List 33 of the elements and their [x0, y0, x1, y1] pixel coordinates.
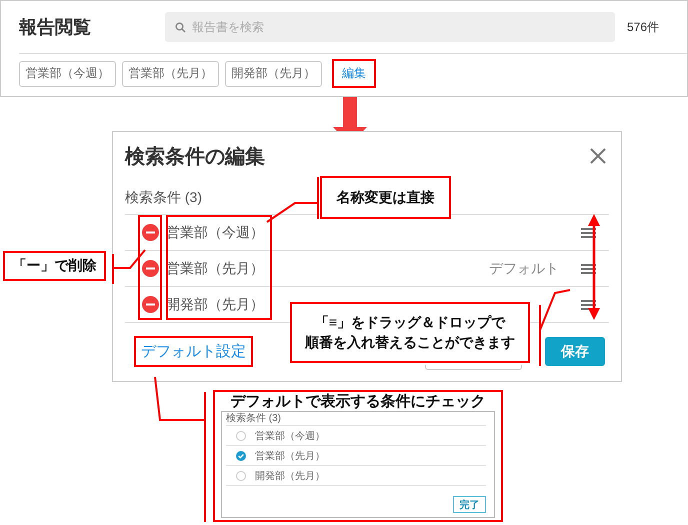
- radio-button[interactable]: [236, 470, 246, 480]
- edit-link[interactable]: 編集: [342, 65, 366, 82]
- dialog-title: 検索条件の編集: [125, 144, 265, 170]
- default-setting-link[interactable]: デフォルト設定: [141, 342, 246, 361]
- callout-text: 「≡」をドラッグ＆ドロップで: [314, 312, 506, 332]
- callout-note: 「ー」で削除: [3, 251, 106, 281]
- radio-button[interactable]: [236, 430, 246, 440]
- section-label: 検索条件 (3): [226, 412, 486, 426]
- search-field[interactable]: 報告書を検索: [165, 12, 615, 42]
- condition-name: 開発部（先月）: [255, 470, 325, 482]
- remove-icon[interactable]: [142, 296, 159, 313]
- page-title: 報告閲覧: [19, 16, 92, 39]
- remove-icon[interactable]: [142, 224, 159, 241]
- drag-handle-icon[interactable]: [581, 264, 596, 274]
- callout-note: 名称変更は直接: [320, 176, 451, 219]
- condition-name: 営業部（今週）: [255, 430, 325, 442]
- close-icon[interactable]: [590, 148, 606, 164]
- leader-line: [112, 249, 146, 285]
- condition-name: 営業部（先月）: [255, 450, 325, 462]
- remove-icon[interactable]: [142, 260, 159, 277]
- default-label: デフォルト: [489, 260, 559, 278]
- saved-search-chip[interactable]: 営業部（今週）: [19, 60, 116, 86]
- saved-search-chip[interactable]: 営業部（先月）: [122, 60, 219, 86]
- radio-button[interactable]: [236, 450, 246, 460]
- callout-text: 順番を入れ替えることができます: [305, 332, 515, 352]
- result-count: 576件: [627, 18, 660, 36]
- saved-search-chip[interactable]: 開発部（先月）: [225, 60, 322, 86]
- leader-line: [266, 176, 319, 223]
- done-button[interactable]: 完了: [453, 496, 486, 513]
- save-button[interactable]: 保存: [545, 337, 605, 366]
- drag-handle-icon[interactable]: [581, 228, 596, 238]
- callout-note: デフォルトで表示する条件にチェック: [230, 392, 486, 411]
- section-label: 検索条件 (3): [125, 189, 202, 207]
